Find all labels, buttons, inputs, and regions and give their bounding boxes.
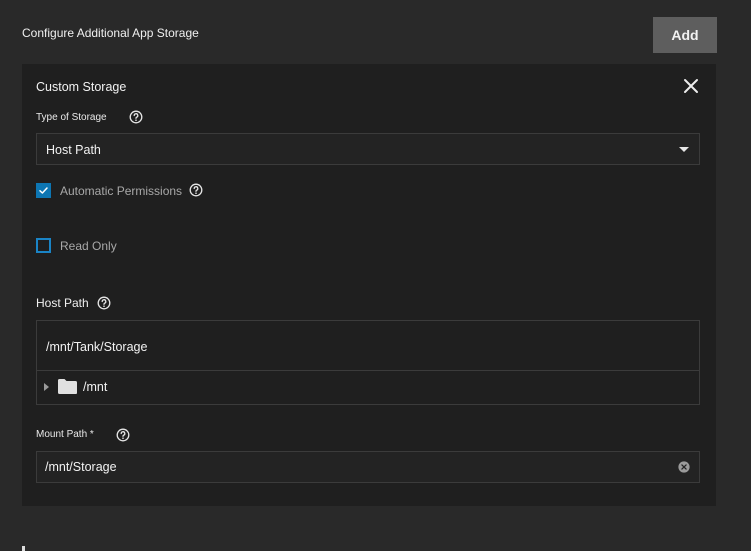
read-only-label: Read Only: [60, 239, 117, 253]
host-path-label: Host Path: [36, 296, 89, 310]
help-circle-icon[interactable]: [97, 296, 111, 310]
close-icon[interactable]: [680, 75, 702, 97]
host-path-input[interactable]: /mnt/Tank/Storage: [37, 321, 699, 371]
host-path-value: /mnt/Tank/Storage: [46, 340, 148, 354]
help-circle-icon[interactable]: [189, 183, 203, 197]
divider: [22, 546, 25, 551]
automatic-permissions-label: Automatic Permissions: [60, 184, 183, 198]
type-of-storage-label: Type of Storage: [36, 112, 107, 123]
help-circle-icon[interactable]: [116, 428, 130, 442]
custom-storage-card: Custom Storage Type of Storage Host Path…: [22, 64, 716, 506]
storage-type-value: Host Path: [46, 143, 101, 157]
read-only-checkbox[interactable]: [36, 238, 51, 253]
tree-node-mnt[interactable]: /mnt: [37, 371, 699, 404]
automatic-permissions-checkbox[interactable]: [36, 183, 51, 198]
mount-path-label: Mount Path *: [36, 429, 94, 440]
add-button[interactable]: Add: [653, 17, 717, 53]
mount-path-field[interactable]: [36, 451, 700, 483]
tree-node-label: /mnt: [83, 380, 108, 394]
clear-circle-icon[interactable]: [678, 461, 690, 473]
help-circle-icon[interactable]: [129, 110, 143, 124]
folder-icon: [58, 379, 77, 394]
chevron-down-icon: [679, 147, 689, 152]
section-title: Configure Additional App Storage: [22, 26, 199, 40]
storage-type-select[interactable]: Host Path: [36, 133, 700, 165]
check-icon: [39, 187, 48, 194]
page: Configure Additional App Storage Add Cus…: [0, 0, 751, 551]
host-path-explorer: /mnt/Tank/Storage /mnt: [36, 320, 700, 405]
card-title: Custom Storage: [36, 80, 127, 94]
mount-path-input[interactable]: [45, 452, 665, 482]
expand-caret-icon[interactable]: [44, 383, 49, 391]
